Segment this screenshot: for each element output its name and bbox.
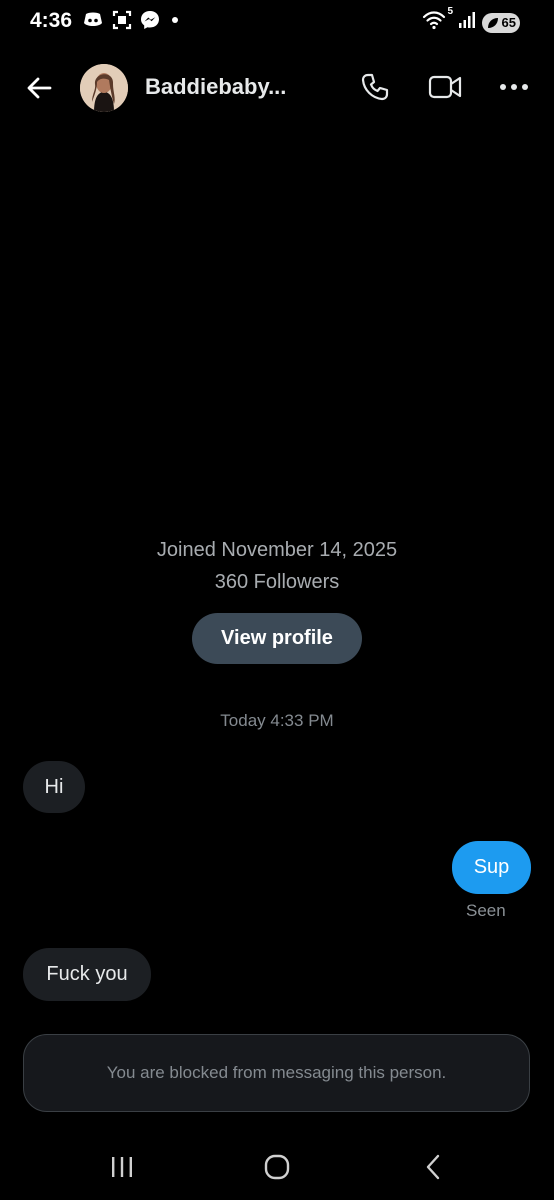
phone-icon xyxy=(361,73,389,101)
call-button[interactable] xyxy=(360,72,390,102)
battery-level: 65 xyxy=(501,15,516,30)
messenger-icon xyxy=(140,10,160,30)
read-receipt: Seen xyxy=(466,901,506,920)
wifi-superscript: 5 xyxy=(447,6,453,17)
incoming-message[interactable]: Fuck you xyxy=(23,948,151,1001)
battery-icon: 65 xyxy=(482,12,520,33)
outgoing-message[interactable]: Sup xyxy=(452,841,531,894)
avatar-image xyxy=(80,64,128,112)
joined-date: Joined November 14, 2025 xyxy=(156,539,398,561)
followers-count: 360 Followers xyxy=(214,571,340,593)
screenshot-icon xyxy=(112,10,132,30)
status-time: 4:36 xyxy=(30,9,73,32)
status-notification-icons xyxy=(82,10,178,30)
video-call-button[interactable] xyxy=(428,72,462,102)
system-nav-bar xyxy=(0,1140,554,1200)
incoming-message[interactable]: Hi xyxy=(23,761,85,813)
more-options-button[interactable] xyxy=(498,72,530,102)
back-button[interactable] xyxy=(24,72,56,104)
nav-back-button[interactable] xyxy=(422,1154,444,1185)
more-horizontal-icon xyxy=(500,84,528,90)
discord-icon xyxy=(82,11,104,29)
signal-icon xyxy=(458,11,476,34)
wifi-icon: 5 xyxy=(422,6,453,35)
video-camera-icon xyxy=(428,75,462,99)
back-arrow-icon xyxy=(27,77,52,99)
status-bar: 4:36 5 65 xyxy=(0,0,554,44)
conversation-header: Baddiebaby... xyxy=(0,60,554,116)
avatar[interactable] xyxy=(80,64,128,112)
conversation-timestamp: Today 4:33 PM xyxy=(220,711,334,730)
contact-name[interactable]: Baddiebaby... xyxy=(145,74,286,100)
view-profile-button[interactable]: View profile xyxy=(192,613,362,664)
notification-dot xyxy=(172,17,178,23)
home-button[interactable] xyxy=(264,1154,290,1185)
status-system-icons: 5 65 xyxy=(422,6,520,35)
blocked-notice: You are blocked from messaging this pers… xyxy=(23,1034,530,1112)
recents-button[interactable] xyxy=(109,1154,135,1185)
nav-back-icon xyxy=(426,1154,440,1180)
home-icon xyxy=(264,1154,290,1180)
recents-icon xyxy=(112,1157,132,1177)
